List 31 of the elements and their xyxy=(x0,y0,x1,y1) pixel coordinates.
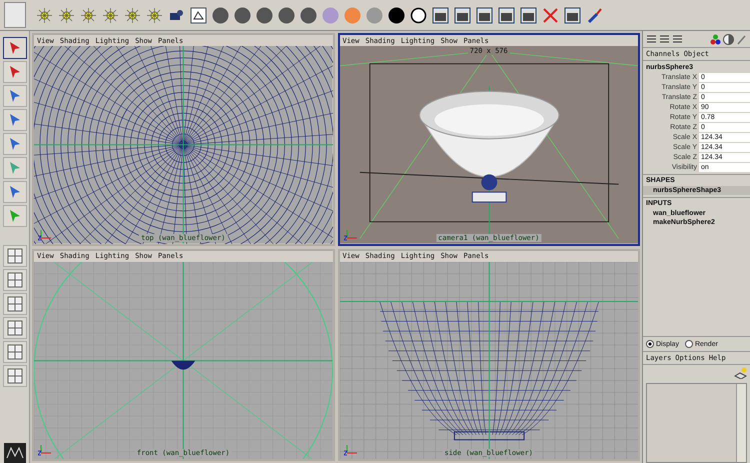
color-dots-icon[interactable] xyxy=(710,34,721,44)
brush-icon[interactable] xyxy=(586,6,603,24)
list-icon[interactable] xyxy=(646,34,657,44)
layout-icon[interactable] xyxy=(6,296,22,312)
scrollbar[interactable] xyxy=(736,384,746,462)
layout-icon[interactable] xyxy=(6,272,22,288)
list-icon[interactable] xyxy=(659,34,670,44)
light-icon[interactable] xyxy=(102,6,119,24)
axis-icon xyxy=(344,444,358,456)
layout-icon[interactable] xyxy=(6,368,22,384)
light-icon[interactable] xyxy=(58,6,75,24)
radio-button[interactable] xyxy=(646,340,654,348)
half-circle-icon[interactable] xyxy=(723,34,734,44)
new-layer-icon[interactable] xyxy=(734,367,747,379)
axis-icon xyxy=(344,228,358,240)
axis-icon xyxy=(38,228,52,240)
delete-icon[interactable] xyxy=(542,6,559,24)
axis-icon xyxy=(38,444,52,456)
layout-icon[interactable] xyxy=(6,248,22,264)
ring-icon[interactable] xyxy=(410,6,427,24)
logo-icon xyxy=(4,443,26,463)
shelf-tab-button[interactable] xyxy=(4,2,26,28)
layout-icon[interactable] xyxy=(6,344,22,360)
radio-button[interactable] xyxy=(684,340,693,348)
layout-icon[interactable] xyxy=(6,320,22,336)
light-icon[interactable] xyxy=(124,6,141,24)
list-icon[interactable] xyxy=(672,34,683,44)
light-icon[interactable] xyxy=(36,6,53,24)
light-icon[interactable] xyxy=(80,6,97,24)
sphere-icon[interactable] xyxy=(388,6,405,24)
light-icon[interactable] xyxy=(146,6,163,24)
